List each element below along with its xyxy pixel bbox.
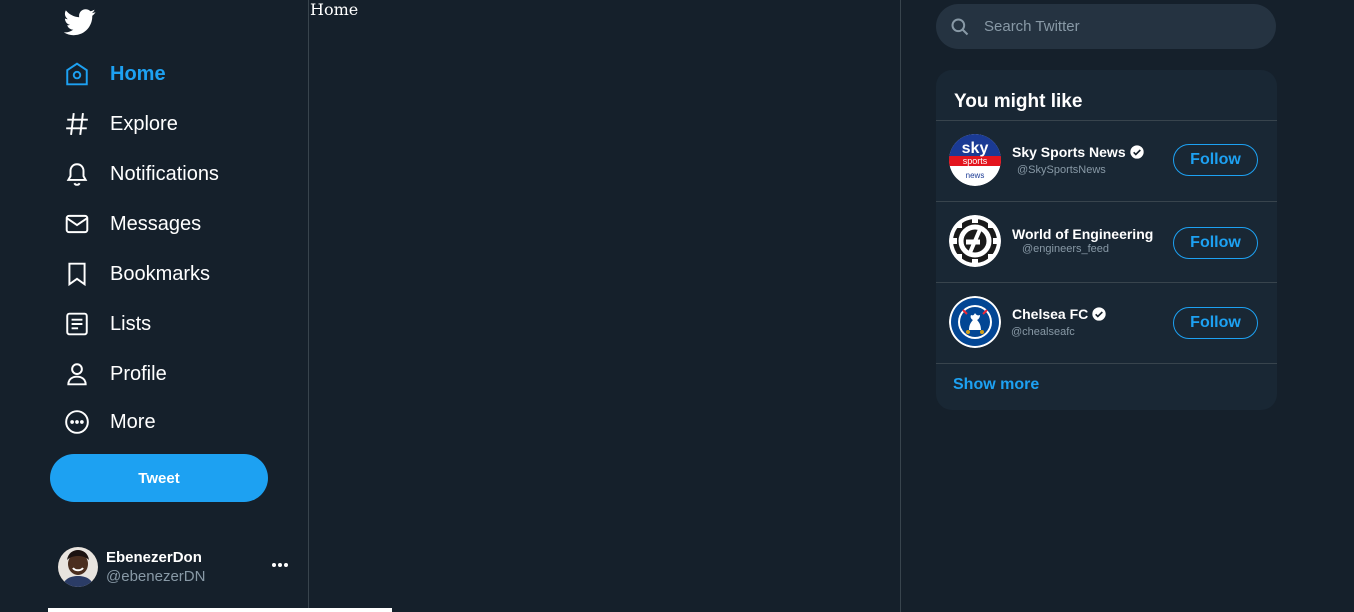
follow-button[interactable]: Follow	[1173, 307, 1258, 339]
account-name: EbenezerDon	[106, 549, 202, 566]
envelope-icon	[62, 209, 92, 239]
who-to-follow-panel: You might like sky sports news Sky Sport…	[936, 70, 1277, 410]
home-icon	[62, 59, 92, 89]
bell-icon	[62, 159, 92, 189]
nav-label: Home	[110, 62, 166, 85]
page-title: Home	[310, 0, 359, 19]
nav-label: Notifications	[110, 162, 219, 185]
account-name: Sky Sports News	[1012, 144, 1126, 160]
panel-title: You might like	[954, 91, 1083, 112]
hashtag-icon	[62, 109, 92, 139]
more-circle-icon	[62, 407, 92, 437]
search-bar[interactable]	[936, 4, 1276, 49]
suggestion-row[interactable]: sky sports news Sky Sports News @SkySpor…	[936, 121, 1277, 201]
account-handle: @engineers_feed	[1022, 243, 1110, 255]
search-icon	[950, 17, 970, 37]
nav-label: More	[110, 410, 156, 433]
account-handle: @chealseafc	[1011, 326, 1075, 338]
nav-item-bookmarks[interactable]: Bookmarks	[62, 254, 210, 294]
svg-text:news: news	[966, 171, 985, 180]
verified-badge-icon	[1129, 145, 1144, 159]
suggestion-name: World of Engineering	[1012, 226, 1153, 242]
nav-label: Lists	[110, 312, 152, 335]
avatar	[949, 296, 1001, 348]
left-sidebar: Home Explore Notifications Messages Book…	[0, 0, 309, 612]
nav-item-profile[interactable]: Profile	[62, 354, 167, 394]
suggestion-name: Chelsea FC	[1012, 306, 1107, 322]
account-switcher[interactable]: EbenezerDon @ebenezerDN	[58, 545, 298, 589]
list-icon	[62, 309, 92, 339]
divider	[936, 363, 1277, 364]
main-timeline: Home	[310, 0, 901, 612]
account-info: EbenezerDon @ebenezerDN	[106, 549, 205, 585]
svg-text:sky: sky	[962, 140, 989, 157]
verified-badge-icon	[1092, 307, 1106, 321]
nav-item-lists[interactable]: Lists	[62, 304, 151, 344]
account-handle: @ebenezerDN	[106, 568, 206, 585]
nav-label: Messages	[110, 212, 202, 235]
nav-item-messages[interactable]: Messages	[62, 204, 201, 244]
account-handle: @SkySportsNews	[1017, 164, 1106, 176]
avatar	[949, 215, 1001, 267]
nav-item-notifications[interactable]: Notifications	[62, 154, 219, 194]
nav-label: Bookmarks	[110, 262, 211, 285]
nav-item-home[interactable]: Home	[62, 54, 166, 94]
search-input[interactable]	[984, 18, 1254, 35]
bookmark-icon	[62, 259, 92, 289]
nav-label: Explore	[110, 112, 178, 135]
svg-text:sports: sports	[963, 156, 988, 166]
avatar	[58, 547, 98, 587]
avatar: sky sports news	[949, 134, 1001, 186]
follow-button[interactable]: Follow	[1173, 144, 1258, 176]
nav-item-explore[interactable]: Explore	[62, 104, 178, 144]
suggestion-name: Sky Sports News	[1012, 144, 1145, 160]
suggestion-row[interactable]: Chelsea FC @chealseafc Follow	[936, 283, 1277, 363]
follow-button[interactable]: Follow	[1173, 227, 1258, 259]
more-dots-icon[interactable]	[268, 555, 292, 575]
person-icon	[62, 359, 92, 389]
nav-label: Profile	[110, 362, 167, 385]
account-name: Chelsea FC	[1012, 306, 1089, 322]
tweet-button[interactable]: Tweet	[50, 454, 268, 502]
suggestion-row[interactable]: World of Engineering @engineers_feed Fol…	[936, 202, 1277, 282]
account-name: World of Engineering	[1012, 226, 1154, 242]
twitter-bird-icon[interactable]	[63, 6, 96, 38]
nav-item-more[interactable]: More	[62, 402, 156, 442]
show-more-link[interactable]: Show more	[953, 376, 1039, 394]
